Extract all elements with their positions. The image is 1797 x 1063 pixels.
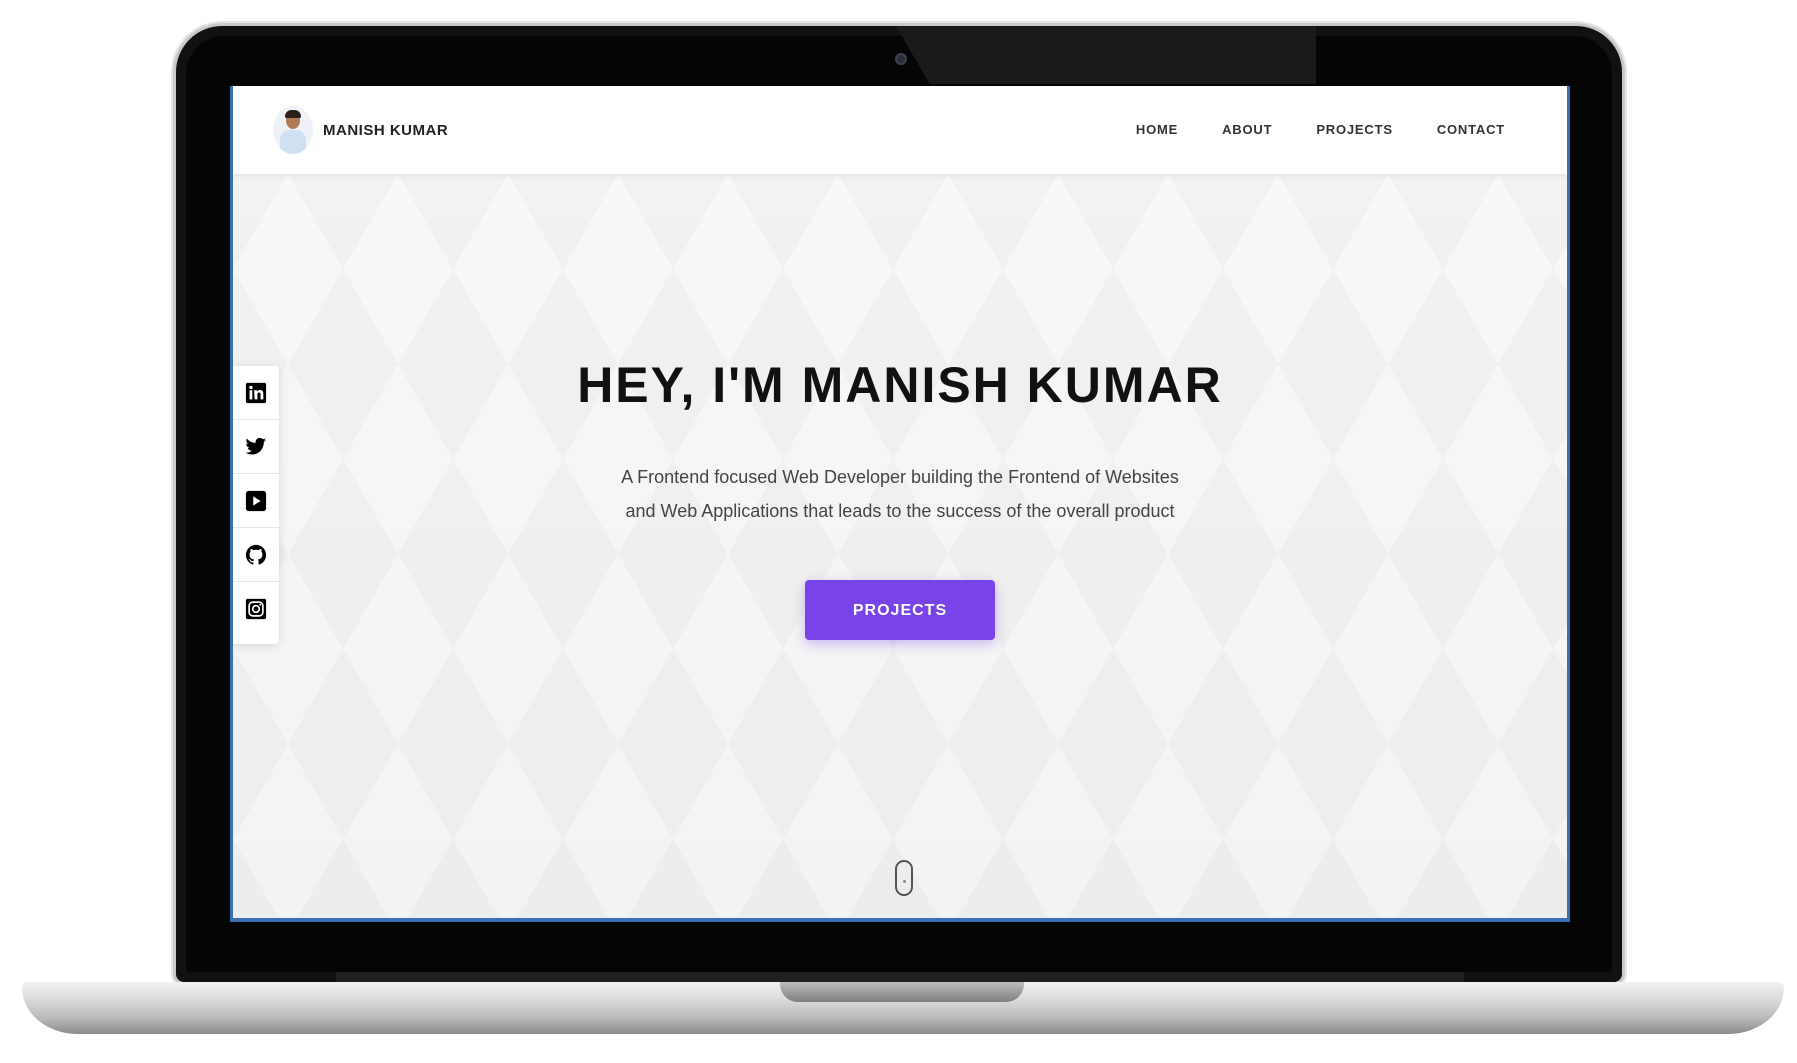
website-screen: MANISH KUMAR HOME ABOUT PROJECTS CONTACT: [230, 86, 1570, 922]
navbar: MANISH KUMAR HOME ABOUT PROJECTS CONTACT: [233, 86, 1567, 174]
projects-button[interactable]: PROJECTS: [805, 580, 995, 640]
nav-home[interactable]: HOME: [1136, 122, 1178, 137]
nav-menu: HOME ABOUT PROJECTS CONTACT: [1136, 122, 1505, 137]
instagram-icon: [245, 598, 267, 620]
hero-title: HEY, I'M MANISH KUMAR: [577, 357, 1223, 413]
hero-subtitle: A Frontend focused Web Developer buildin…: [621, 467, 1179, 521]
social-sidebar: [233, 366, 279, 644]
laptop-glare: [896, 26, 1316, 84]
scroll-mouse-icon[interactable]: [895, 860, 913, 896]
camera-icon: [895, 53, 907, 65]
linkedin-icon: [245, 382, 267, 403]
instagram-link[interactable]: [233, 582, 279, 636]
nav-projects[interactable]: PROJECTS: [1316, 122, 1392, 137]
brand-link[interactable]: MANISH KUMAR: [273, 106, 448, 154]
twitter-icon: [245, 437, 267, 455]
nav-about[interactable]: ABOUT: [1222, 122, 1272, 137]
youtube-link[interactable]: [233, 474, 279, 528]
nav-contact[interactable]: CONTACT: [1437, 122, 1505, 137]
laptop-hinge: [336, 972, 1464, 982]
linkedin-link[interactable]: [233, 366, 279, 420]
twitter-link[interactable]: [233, 420, 279, 474]
avatar: [273, 106, 313, 154]
github-link[interactable]: [233, 528, 279, 582]
youtube-icon: [245, 490, 267, 511]
brand-name: MANISH KUMAR: [323, 121, 449, 139]
laptop-notch: [780, 982, 1024, 1002]
hero-section: HEY, I'M MANISH KUMAR A Frontend focused…: [233, 356, 1567, 640]
github-icon: [245, 544, 267, 565]
